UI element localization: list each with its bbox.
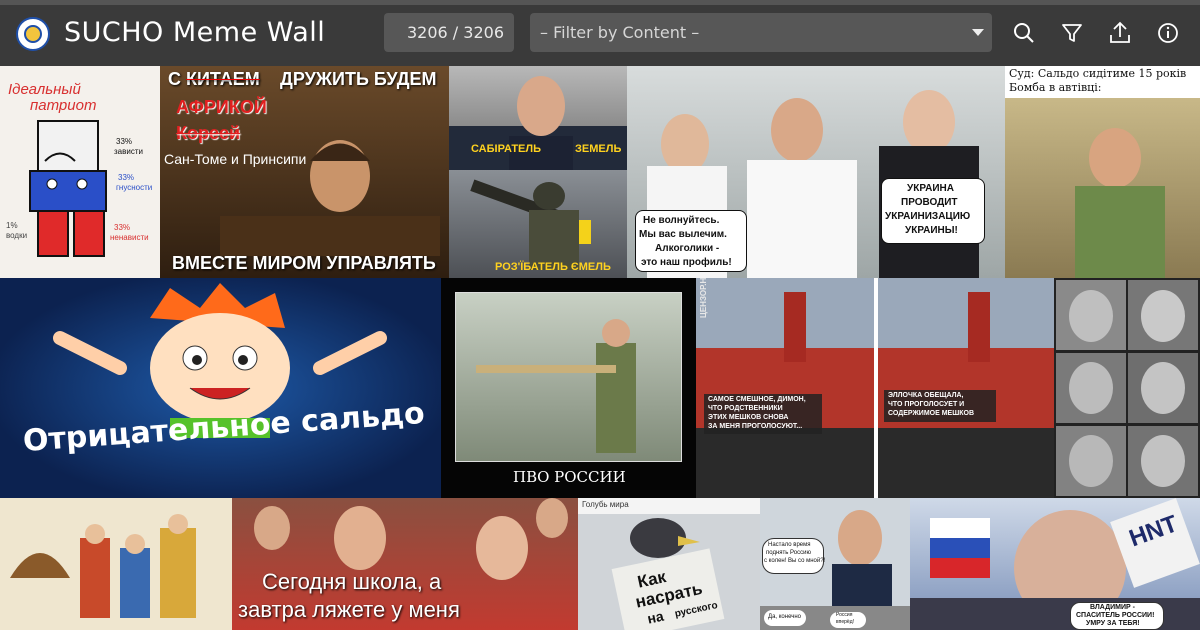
caption: Сан-Томе и Принсипи: [164, 151, 307, 167]
logo-emblem: [24, 25, 42, 43]
caption: это наш профиль!: [641, 257, 732, 268]
caption: ВЛАДИМИР -: [1090, 604, 1135, 611]
caption: ненависти: [110, 233, 149, 242]
meme-illustration: [10, 514, 196, 618]
search-icon[interactable]: [1010, 19, 1038, 47]
caption: с колен! Вы со мной?!: [764, 558, 826, 564]
filter-placeholder: – Filter by Content –: [540, 23, 700, 42]
caption: Бомба в автівці:: [1009, 81, 1102, 94]
meme-tile[interactable]: Отрицательное сальдо: [0, 278, 441, 498]
caption: ЗЕМЕЛЬ: [575, 143, 622, 155]
app-title: SUCHO Meme Wall: [64, 17, 326, 48]
caption: Кореей: [176, 123, 241, 143]
meme-tile[interactable]: Ідеальный патриот 33% зависти 33% гнусно…: [0, 66, 160, 278]
caption: Ідеальный: [8, 81, 81, 98]
info-icon[interactable]: [1154, 19, 1182, 47]
caption: Да, конечно: [768, 614, 801, 620]
meme-tile[interactable]: [1054, 278, 1200, 498]
caption: Настало время: [768, 542, 811, 548]
caption: 1%: [6, 221, 18, 230]
caption: ЭЛЛОЧКА ОБЕЩАЛА,: [888, 392, 964, 399]
meme-photo: [455, 292, 682, 462]
caption: КИТАЕМ: [186, 69, 260, 89]
caption: СОДЕРЖИМОЕ МЕШКОВ: [888, 410, 975, 417]
caption: САБІРАТЕЛЬ: [471, 143, 542, 155]
meme-tile[interactable]: Не волнуйтесь. Мы вас вылечим. Алкоголик…: [627, 66, 1005, 278]
caption: гнусности: [116, 183, 153, 192]
top-bar: SUCHO Meme Wall 3206 / 3206 – Filter by …: [0, 0, 1200, 66]
caption: С: [168, 69, 181, 89]
meme-tile[interactable]: С КИТАЕМ ДРУЖИТЬ БУДЕМ АФРИКОЙ Кореей Са…: [160, 66, 449, 278]
meme-tile[interactable]: Сегодня школа, а завтра ляжете у меня: [232, 498, 578, 630]
caption: ЧТО РОДСТВЕННИКИ: [708, 405, 783, 412]
caption: 33%: [116, 137, 133, 146]
sucho-logo[interactable]: [16, 17, 50, 51]
meme-illustration: [578, 514, 760, 630]
caption: Мы вас вылечим.: [639, 229, 727, 240]
filter-icon[interactable]: [1058, 19, 1086, 47]
meme-counter: 3206 / 3206: [384, 13, 514, 52]
caption: УМРУ ЗА ТЕБЯ!: [1086, 620, 1140, 627]
chevron-down-icon: [972, 29, 984, 36]
caption: вперёд!: [836, 619, 855, 625]
meme-tile[interactable]: HNT ВЛАДИМИР - СПАСИТЕЛЬ РОССИИ! УМРУ ЗА…: [910, 498, 1200, 630]
meme-tile[interactable]: Голубь мира Как насрать на русского: [578, 498, 760, 630]
meme-illustration: [696, 278, 1054, 498]
caption: зависти: [114, 147, 143, 156]
caption: на: [645, 607, 666, 627]
meme-illustration: [1056, 280, 1198, 496]
meme-tile[interactable]: САБІРАТЕЛЬ ЗЕМЕЛЬ: [449, 66, 627, 170]
caption: ЧТО ПРОГОЛОСУЕТ И: [888, 401, 965, 408]
meme-tile[interactable]: ПВО РОССИИ: [441, 278, 696, 498]
meme-tile[interactable]: РОЗ'ЇБАТЕЛЬ ЄМЕЛЬ: [449, 170, 627, 278]
caption: ПВО РОССИИ: [513, 468, 626, 486]
caption: Голубь мира: [582, 500, 629, 509]
meme-tile[interactable]: ЦЕНЗОР.НЕТ САМОЕ СМЕШНОЕ, ДИМОН, ЧТО РОД…: [696, 278, 1054, 498]
meme-tile[interactable]: Настало время поднять Россию с колен! Вы…: [760, 498, 910, 630]
caption: СПАСИТЕЛЬ РОССИИ!: [1076, 612, 1155, 619]
caption: завтра ляжете у меня: [238, 597, 460, 622]
caption: 33%: [118, 173, 135, 182]
caption: патриот: [30, 97, 97, 114]
caption: Сегодня школа, а: [262, 569, 442, 594]
meme-tile[interactable]: [0, 498, 232, 630]
caption: ПРОВОДИТ: [901, 197, 958, 208]
caption: САМОЕ СМЕШНОЕ, ДИМОН,: [708, 396, 806, 403]
caption: ЗА МЕНЯ ПРОГОЛОСУЮТ...: [708, 423, 803, 430]
upload-icon[interactable]: [1106, 19, 1134, 47]
caption: РОЗ'ЇБАТЕЛЬ ЄМЕЛЬ: [495, 261, 611, 273]
meme-illustration: [1075, 128, 1165, 278]
caption: водки: [6, 231, 28, 240]
content-filter-select[interactable]: – Filter by Content –: [530, 13, 992, 52]
caption: ЭТИХ МЕШКОВ СНОВА: [708, 414, 789, 421]
meme-illustration: [476, 319, 636, 453]
caption: 33%: [114, 223, 131, 232]
caption: ДРУЖИТЬ БУДЕМ: [280, 69, 437, 89]
caption: Суд: Сальдо сидітиме 15 років: [1009, 67, 1187, 80]
caption: Россия: [836, 612, 853, 618]
caption: поднять Россию: [766, 550, 811, 556]
watermark: ЦЕНЗОР.НЕТ: [699, 278, 708, 318]
caption: АФРИКОЙ: [176, 97, 267, 117]
meme-illustration: [53, 283, 387, 438]
caption: Алкоголики -: [655, 243, 720, 254]
caption: ВМЕСТЕ МИРОМ УПРАВЛЯТЬ: [172, 253, 436, 273]
meme-tile[interactable]: Суд: Сальдо сидітиме 15 років Бомба в ав…: [1005, 66, 1200, 278]
caption: УКРАИНЫ!: [905, 225, 958, 236]
caption: УКРАИНИЗАЦИЮ: [885, 211, 971, 222]
caption: УКРАИНА: [907, 183, 954, 194]
caption: Не волнуйтесь.: [643, 215, 720, 226]
